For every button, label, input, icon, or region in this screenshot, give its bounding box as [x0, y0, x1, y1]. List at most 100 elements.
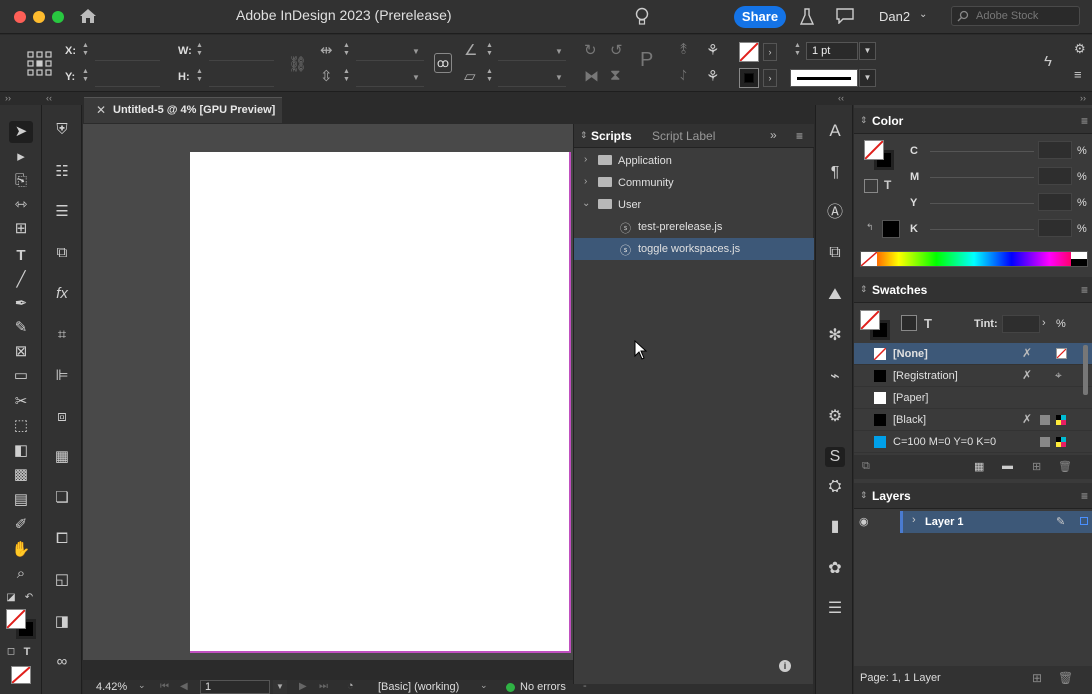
panel-menu-icon[interactable]: ≡	[1081, 114, 1088, 128]
info-icon[interactable]: i	[779, 660, 791, 672]
chevron-down-icon[interactable]: ⌄	[480, 680, 488, 691]
eyedropper-tool-icon[interactable]: ✐	[9, 514, 33, 536]
chevron-down-icon[interactable]: ▼	[555, 73, 563, 82]
zoom-level[interactable]: 4.42%	[96, 681, 127, 693]
adobe-stock-search[interactable]: Adobe Stock	[951, 6, 1080, 26]
chevron-down-icon[interactable]: ▼	[555, 47, 563, 56]
quick-actions-icon[interactable]: ϟ	[1044, 53, 1052, 70]
collapse-panel-icon[interactable]: »	[770, 128, 777, 142]
index-icon[interactable]: ◨	[50, 611, 74, 633]
path-text-icon[interactable]: P	[640, 49, 653, 72]
page-tool-icon[interactable]: ⎘	[9, 170, 33, 192]
show-swatch-kinds-icon[interactable]: ⧉	[862, 460, 870, 473]
first-page-icon[interactable]: ⏮	[160, 681, 169, 692]
zoom-tool-icon[interactable]: ⌕	[9, 563, 33, 585]
page-number-field[interactable]: 1	[200, 680, 270, 694]
scale-x-stepper[interactable]: ▲ ▼	[343, 42, 351, 58]
tree-item-community[interactable]: › Community	[574, 172, 814, 194]
rotate-counterclockwise-icon[interactable]: ↺	[610, 41, 623, 59]
select-container-icon[interactable]: ⥉	[680, 41, 687, 58]
flip-horizontal-icon[interactable]: ⧓	[584, 67, 599, 85]
comments-icon[interactable]	[836, 8, 854, 24]
chevron-right-icon[interactable]: ›	[912, 514, 916, 526]
chevron-updown-icon[interactable]: ⇕	[580, 130, 588, 141]
y-field[interactable]	[95, 69, 160, 87]
zoom-window-button[interactable]	[52, 11, 64, 23]
flask-icon[interactable]	[800, 7, 814, 27]
chevron-down-icon[interactable]: ⌄	[138, 680, 146, 691]
next-page-icon[interactable]: ▶	[299, 681, 307, 692]
glyphs-icon[interactable]: ⧉	[825, 243, 845, 263]
gradient-icon[interactable]: ⚙	[825, 407, 845, 427]
tree-item-application[interactable]: › Application	[574, 150, 814, 172]
gap-tool-icon[interactable]: ⇿	[9, 194, 33, 216]
magenta-field[interactable]	[1038, 167, 1072, 185]
gradient-feather-tool-icon[interactable]: ▩	[9, 464, 33, 486]
cc-libraries-icon[interactable]: ⛨	[50, 119, 74, 141]
expand-panels-icon[interactable]: ››	[5, 93, 11, 103]
swatch-row-cyan[interactable]: C=100 M=0 Y=0 K=0	[854, 431, 1092, 453]
align-icon[interactable]: ⊫	[50, 365, 74, 387]
cyan-field[interactable]	[1038, 141, 1072, 159]
chevron-down-icon[interactable]: ⌄	[919, 9, 927, 20]
cyan-slider[interactable]	[930, 151, 1034, 152]
document-page[interactable]	[190, 152, 571, 653]
stroke-weight-dropdown[interactable]: ▼	[859, 42, 876, 60]
preflight-status[interactable]: No errors	[520, 681, 566, 693]
layer-selection-indicator[interactable]	[1080, 517, 1088, 525]
preflight-profile-icon[interactable]: ◔	[347, 680, 354, 692]
last-color-swatch[interactable]	[882, 220, 900, 238]
rectangle-tool-icon[interactable]: ▭	[9, 365, 33, 387]
document-tab[interactable]: ✕ Untitled-5 @ 4% [GPU Preview]	[84, 97, 282, 123]
selection-tool-icon[interactable]: ➤	[9, 121, 33, 143]
lightbulb-icon[interactable]	[635, 7, 649, 27]
formatting-container-icon[interactable]	[864, 179, 878, 193]
tree-item-user[interactable]: ⌄ User	[574, 194, 814, 216]
minimize-window-button[interactable]	[33, 11, 45, 23]
stroke-weight-stepper[interactable]: ▲ ▼	[794, 42, 802, 58]
trash-icon[interactable]: 🗑	[1058, 671, 1073, 685]
object-styles-icon[interactable]: ⧠	[50, 528, 74, 550]
tint-dropdown[interactable]: ›	[1042, 317, 1046, 329]
free-transform-tool-icon[interactable]: ⬚	[9, 415, 33, 437]
transform-icon[interactable]: ⌗	[50, 324, 74, 346]
formatting-text-icon[interactable]: T	[924, 316, 932, 331]
magenta-slider[interactable]	[930, 177, 1034, 178]
swatch-row-paper[interactable]: [Paper]	[854, 387, 1092, 409]
color-spectrum-ramp[interactable]	[860, 251, 1088, 267]
layer-row-selected[interactable]: › Layer 1 ✎	[900, 511, 1092, 533]
preflight-profile-label[interactable]: [Basic] (working)	[378, 681, 459, 693]
swap-fill-stroke-icon[interactable]: ↶	[22, 587, 36, 609]
h-field[interactable]	[209, 69, 274, 87]
share-button[interactable]: Share	[734, 6, 786, 28]
panel-menu-icon[interactable]: ≡	[1081, 489, 1088, 503]
scripts-icon[interactable]: S	[825, 447, 845, 467]
trash-icon[interactable]: 🗑	[1058, 460, 1072, 473]
yellow-slider[interactable]	[930, 203, 1034, 204]
text-wrap-icon[interactable]: ◱	[50, 569, 74, 591]
text-frame-options-icon[interactable]: ☰	[825, 599, 845, 619]
panel-menu-icon[interactable]: ≡	[796, 129, 803, 143]
last-color-icon[interactable]: ↰	[866, 222, 874, 233]
panel-menu-icon[interactable]: ≡	[1081, 283, 1088, 297]
image-icon[interactable]: ⛰	[825, 285, 845, 305]
swatch-row-black[interactable]: [Black] ✗	[854, 409, 1092, 431]
stroke-swatch[interactable]	[739, 68, 759, 88]
content-collector-tool-icon[interactable]: ⊞	[9, 218, 33, 240]
layer-row[interactable]: ◉ › Layer 1 ✎	[854, 511, 1092, 533]
close-icon[interactable]: ✕	[96, 103, 106, 117]
stroke-type-field[interactable]	[790, 69, 858, 87]
yellow-field[interactable]	[1038, 193, 1072, 211]
character-styles-icon[interactable]: Ⓐ	[825, 203, 845, 223]
stroke-type-dropdown[interactable]: ▼	[859, 69, 876, 87]
collapse-panels-icon[interactable]: ‹‹	[838, 93, 844, 103]
swatch-tools-icon[interactable]: ✿	[825, 559, 845, 579]
line-tool-icon[interactable]: ╱	[9, 269, 33, 291]
gradient-swatch-tool-icon[interactable]: ◧	[9, 440, 33, 462]
swatch-row-none[interactable]: [None] ✗	[854, 343, 1092, 365]
effects-icon[interactable]: fx	[50, 283, 74, 305]
select-next-object-icon[interactable]: ⚘	[706, 67, 719, 85]
default-fill-stroke-icon[interactable]: ◪	[4, 587, 18, 609]
formatting-container-icon[interactable]	[901, 315, 917, 331]
color-theme-icon[interactable]: ✻	[825, 326, 845, 346]
